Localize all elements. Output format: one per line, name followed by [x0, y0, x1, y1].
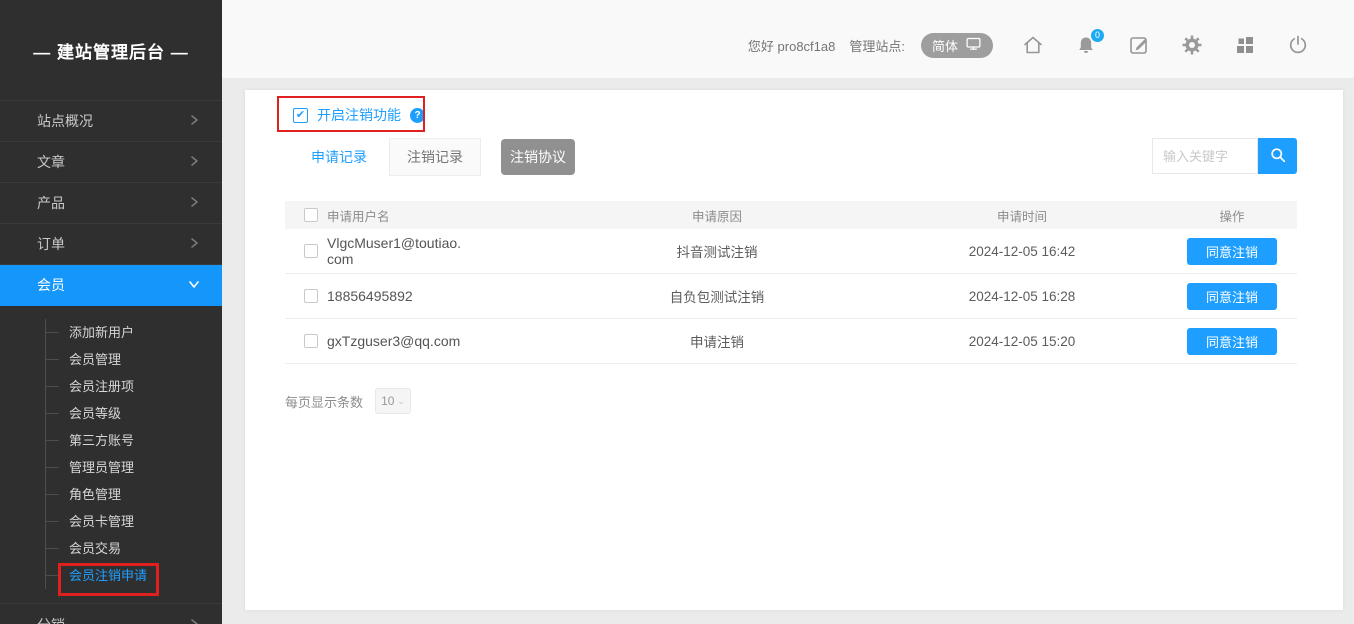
column-header-reason: 申请原因	[557, 206, 877, 225]
enable-cancellation-label: 开启注销功能	[317, 105, 401, 125]
members-submenu: 添加新用户 会员管理 会员注册项 会员等级 第三方账号 管理员管理 角色管理 会…	[45, 319, 222, 589]
sidebar-item-label: 订单	[37, 234, 65, 254]
agree-cancellation-button[interactable]: 同意注销	[1187, 283, 1277, 310]
enable-cancellation-toggle[interactable]: 开启注销功能	[293, 105, 425, 125]
row-checkbox[interactable]	[304, 289, 318, 303]
chevron-right-icon	[188, 236, 200, 252]
managed-site-label: 管理站点:	[849, 36, 905, 55]
power-icon[interactable]	[1286, 33, 1310, 57]
row-checkbox[interactable]	[304, 244, 318, 258]
row-checkbox[interactable]	[304, 334, 318, 348]
search-input[interactable]	[1152, 138, 1258, 174]
submenu-item-role-management[interactable]: 角色管理	[46, 481, 222, 508]
table-row: gxTzguser3@qq.com 申请注销 2024-12-05 15:20 …	[285, 319, 1297, 364]
submenu-item-member-management[interactable]: 会员管理	[46, 346, 222, 373]
cell-username: gxTzguser3@qq.com	[327, 333, 460, 349]
sidebar-item-articles[interactable]: 文章	[0, 142, 222, 183]
chevron-right-icon	[188, 113, 200, 129]
notifications-bell-icon[interactable]: 0	[1074, 33, 1098, 57]
submenu-item-add-user[interactable]: 添加新用户	[46, 319, 222, 346]
cancellation-requests-table: 申请用户名 申请原因 申请时间 操作 VlgcMuser1@toutiao.co…	[285, 201, 1297, 364]
language-pill[interactable]: 简体	[921, 33, 993, 58]
cell-reason: 申请注销	[557, 331, 877, 351]
column-header-time: 申请时间	[877, 206, 1167, 225]
submenu-item-admin-management[interactable]: 管理员管理	[46, 454, 222, 481]
sidebar-item-members[interactable]: 会员	[0, 265, 222, 306]
cell-time: 2024-12-05 15:20	[877, 334, 1167, 349]
sidebar-item-label: 文章	[37, 152, 65, 172]
agree-cancellation-button[interactable]: 同意注销	[1187, 328, 1277, 355]
notification-badge: 0	[1090, 28, 1105, 43]
chevron-right-icon	[188, 617, 200, 624]
sidebar-item-site-overview[interactable]: 站点概况	[0, 101, 222, 142]
column-header-username: 申请用户名	[327, 206, 557, 225]
tab-bar: 申请记录 注销记录 注销协议	[297, 138, 575, 176]
submenu-item-member-cancellation[interactable]: 会员注销申请	[46, 562, 222, 589]
language-label: 简体	[932, 36, 958, 55]
tab-cancellation-agreement[interactable]: 注销协议	[501, 139, 575, 175]
monitor-icon	[965, 35, 982, 55]
page-size-select[interactable]: 10 ⌄	[375, 388, 411, 414]
submenu-item-thirdparty-accounts[interactable]: 第三方账号	[46, 427, 222, 454]
cell-reason: 抖音测试注销	[557, 241, 877, 261]
sidebar-bottom-section: 分销	[0, 603, 222, 624]
tab-cancellation-records[interactable]: 注销记录	[389, 138, 481, 176]
top-bar: 您好 pro8cf1a8 管理站点: 简体 0	[222, 0, 1354, 78]
sidebar-item-orders[interactable]: 订单	[0, 224, 222, 265]
search-button[interactable]	[1258, 138, 1297, 174]
page-size-value: 10	[381, 394, 394, 408]
settings-gear-icon[interactable]	[1180, 33, 1204, 57]
submenu-item-member-transactions[interactable]: 会员交易	[46, 535, 222, 562]
cell-username: 18856495892	[327, 288, 413, 304]
tab-application-records[interactable]: 申请记录	[297, 138, 381, 176]
home-icon[interactable]	[1021, 33, 1045, 57]
submenu-item-member-cards[interactable]: 会员卡管理	[46, 508, 222, 535]
sidebar-item-products[interactable]: 产品	[0, 183, 222, 224]
apps-grid-icon[interactable]	[1233, 33, 1257, 57]
page-size-label: 每页显示条数	[285, 392, 363, 411]
app-logo: — 建站管理后台 —	[0, 0, 222, 101]
sidebar-item-distribution[interactable]: 分销	[0, 604, 222, 624]
agree-cancellation-button[interactable]: 同意注销	[1187, 238, 1277, 265]
checkbox-checked-icon[interactable]	[293, 108, 308, 123]
chevron-down-icon	[188, 277, 200, 293]
table-row: VlgcMuser1@toutiao.com 抖音测试注销 2024-12-05…	[285, 229, 1297, 274]
sidebar-item-label: 会员	[37, 275, 65, 295]
cell-reason: 自负包测试注销	[557, 286, 877, 306]
cell-username: VlgcMuser1@toutiao.com	[327, 235, 465, 267]
column-header-action: 操作	[1167, 206, 1297, 225]
sidebar-item-label: 产品	[37, 193, 65, 213]
sidebar-item-label: 分销	[37, 615, 65, 624]
content-panel: 开启注销功能 申请记录 注销记录 注销协议 申请用户名 申请原因 申请时间 操作…	[245, 90, 1343, 610]
select-all-checkbox[interactable]	[304, 208, 318, 222]
cell-time: 2024-12-05 16:42	[877, 244, 1167, 259]
sidebar: — 建站管理后台 — 站点概况 文章 产品 订单 会员 添加新用户 会员管理 会…	[0, 0, 222, 624]
submenu-item-registration-fields[interactable]: 会员注册项	[46, 373, 222, 400]
cell-time: 2024-12-05 16:28	[877, 289, 1167, 304]
submenu-item-member-levels[interactable]: 会员等级	[46, 400, 222, 427]
edit-icon[interactable]	[1127, 33, 1151, 57]
chevron-right-icon	[188, 195, 200, 211]
sidebar-item-label: 站点概况	[37, 111, 93, 131]
table-header-row: 申请用户名 申请原因 申请时间 操作	[285, 201, 1297, 229]
chevron-right-icon	[188, 154, 200, 170]
search-icon	[1268, 145, 1288, 168]
pagination-bar: 每页显示条数 10 ⌄	[285, 388, 411, 414]
help-icon[interactable]	[410, 108, 425, 123]
table-row: 18856495892 自负包测试注销 2024-12-05 16:28 同意注…	[285, 274, 1297, 319]
user-greeting: 您好 pro8cf1a8	[748, 36, 835, 55]
chevron-down-icon: ⌄	[397, 396, 405, 407]
